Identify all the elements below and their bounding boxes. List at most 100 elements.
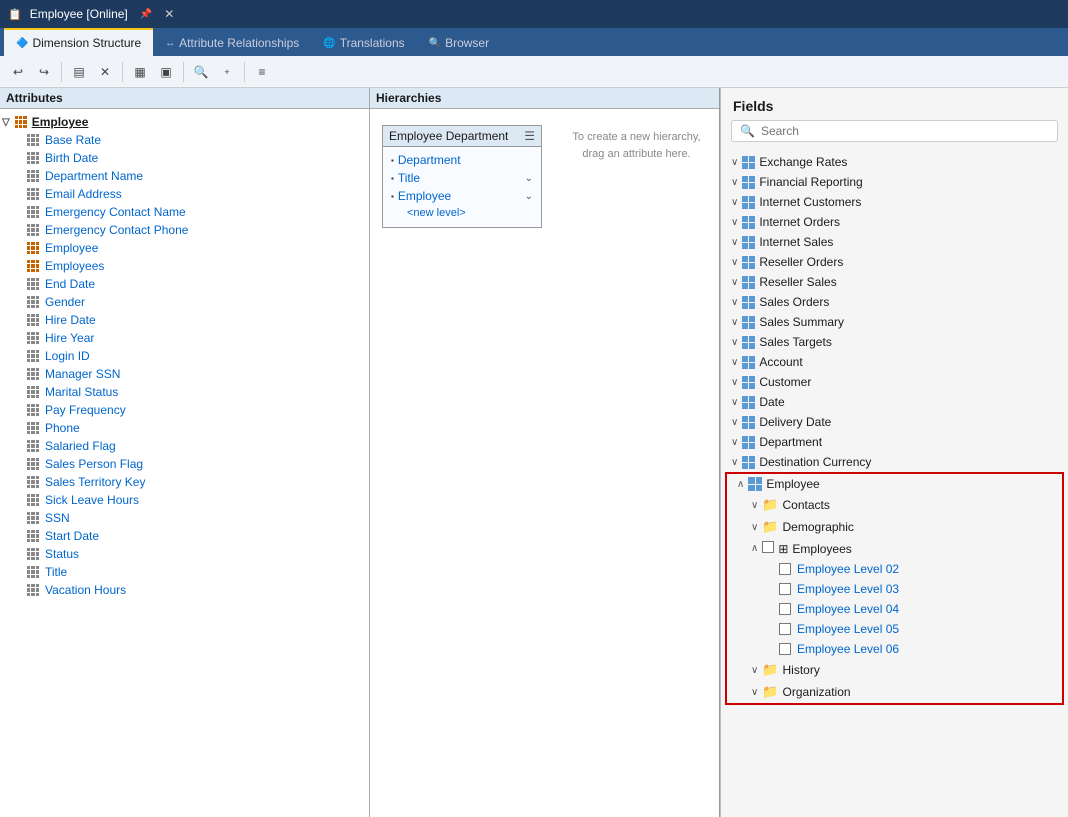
tab-browser[interactable]: 🔍 Browser — [417, 28, 501, 56]
attr-item-base-rate[interactable]: Base Rate — [0, 131, 369, 149]
attr-item-emergency-contact-phone[interactable]: Emergency Contact Phone — [0, 221, 369, 239]
level04-checkbox[interactable] — [779, 603, 791, 615]
browser-icon: 🔍 — [429, 38, 441, 49]
employee-level-06[interactable]: Employee Level 06 — [727, 639, 1062, 659]
attr-item-status[interactable]: Status — [0, 545, 369, 563]
options-button[interactable]: ≡ — [250, 60, 274, 84]
bullet-employee: ▪ — [391, 192, 394, 201]
field-group-internet-sales[interactable]: ∨ Internet Sales — [721, 232, 1068, 252]
employee-level-04[interactable]: Employee Level 04 — [727, 599, 1062, 619]
attr-item-marital-status[interactable]: Marital Status — [0, 383, 369, 401]
attr-item-hire-date[interactable]: Hire Date — [0, 311, 369, 329]
tab-dimension-structure[interactable]: 🔷 Dimension Structure — [4, 28, 153, 56]
level05-checkbox[interactable] — [779, 623, 791, 635]
attr-item-end-date[interactable]: End Date — [0, 275, 369, 293]
attr-item-phone[interactable]: Phone — [0, 419, 369, 437]
field-group-sales-orders[interactable]: ∨ Sales Orders — [721, 292, 1068, 312]
search-input[interactable] — [761, 124, 1049, 138]
chevron-sales-targets: ∨ — [731, 337, 738, 348]
employee-field-header[interactable]: ∧ Employee — [727, 474, 1062, 494]
field-group-account[interactable]: ∨ Account — [721, 352, 1068, 372]
attr-item-start-date[interactable]: Start Date — [0, 527, 369, 545]
history-item[interactable]: ∨ 📁 History — [727, 659, 1062, 681]
attr-label: Email Address — [45, 187, 122, 201]
attr-item-employees[interactable]: Employees — [0, 257, 369, 275]
undo-button[interactable]: ↩ — [6, 60, 30, 84]
employees-checkbox[interactable] — [762, 541, 774, 556]
level06-checkbox[interactable] — [779, 643, 791, 655]
attr-icon — [27, 458, 39, 470]
attr-item-sales-person-flag[interactable]: Sales Person Flag — [0, 455, 369, 473]
field-group-date[interactable]: ∨ Date — [721, 392, 1068, 412]
level02-checkbox[interactable] — [779, 563, 791, 575]
attr-icon — [27, 350, 39, 362]
field-group-department[interactable]: ∨ Department — [721, 432, 1068, 452]
attr-item-email-address[interactable]: Email Address — [0, 185, 369, 203]
chevron-sales-orders: ∨ — [731, 297, 738, 308]
employee-level-03[interactable]: Employee Level 03 — [727, 579, 1062, 599]
field-group-reseller-orders[interactable]: ∨ Reseller Orders — [721, 252, 1068, 272]
title-close-button[interactable]: ✕ — [164, 7, 174, 21]
reseller-sales-label: Reseller Sales — [759, 275, 836, 289]
zoom-button[interactable]: 🔍 — [189, 60, 213, 84]
attr-item-birth-date[interactable]: Birth Date — [0, 149, 369, 167]
field-group-sales-targets[interactable]: ∨ Sales Targets — [721, 332, 1068, 352]
attr-label: Hire Year — [45, 331, 94, 345]
reseller-sales-table-icon — [742, 276, 755, 289]
attr-item-login-id[interactable]: Login ID — [0, 347, 369, 365]
employee-level-05[interactable]: Employee Level 05 — [727, 619, 1062, 639]
attr-item-ssn[interactable]: SSN — [0, 509, 369, 527]
sales-targets-table-icon — [742, 336, 755, 349]
hierarchy-level-title[interactable]: ▪ Title ⌄ — [391, 169, 533, 187]
field-group-delivery-date[interactable]: ∨ Delivery Date — [721, 412, 1068, 432]
attr-item-gender[interactable]: Gender — [0, 293, 369, 311]
attr-item-sales-territory-key[interactable]: Sales Territory Key — [0, 473, 369, 491]
field-group-exchange-rates[interactable]: ∨ Exchange Rates — [721, 152, 1068, 172]
field-group-customer[interactable]: ∨ Customer — [721, 372, 1068, 392]
tree-root-employee[interactable]: ▽ Employee — [0, 113, 369, 131]
attr-item-employee[interactable]: Employee — [0, 239, 369, 257]
employees-check-box[interactable] — [762, 541, 774, 553]
fields-list: ∨ Exchange Rates ∨ Financial Reporting ∨… — [721, 150, 1068, 817]
hierarchy-level-employee[interactable]: ▪ Employee ⌄ — [391, 187, 533, 205]
contacts-item[interactable]: ∨ 📁 Contacts — [727, 494, 1062, 516]
grid-button[interactable]: ▦ — [128, 60, 152, 84]
attr-item-vacation-hours[interactable]: Vacation Hours — [0, 581, 369, 599]
attr-item-hire-year[interactable]: Hire Year — [0, 329, 369, 347]
employee-level-02[interactable]: Employee Level 02 — [727, 559, 1062, 579]
attr-item-sick-leave-hours[interactable]: Sick Leave Hours — [0, 491, 369, 509]
field-group-sales-summary[interactable]: ∨ Sales Summary — [721, 312, 1068, 332]
field-group-reseller-sales[interactable]: ∨ Reseller Sales — [721, 272, 1068, 292]
delivery-date-label: Delivery Date — [759, 415, 831, 429]
table-button[interactable]: ▣ — [154, 60, 178, 84]
attr-item-pay-frequency[interactable]: Pay Frequency — [0, 401, 369, 419]
attr-item-department-name[interactable]: Department Name — [0, 167, 369, 185]
tab-translations[interactable]: 🌐 Translations — [311, 28, 416, 56]
employees-item[interactable]: ∧ ⊞ Employees — [727, 538, 1062, 559]
zoom-in-button[interactable]: + — [215, 60, 239, 84]
demographic-collapse: ∨ — [751, 522, 758, 533]
organization-item[interactable]: ∨ 📁 Organization — [727, 681, 1062, 703]
delete-button[interactable]: ✕ — [93, 60, 117, 84]
attr-label: Emergency Contact Name — [45, 205, 186, 219]
view-button[interactable]: ▤ — [67, 60, 91, 84]
hierarchy-menu-icon[interactable]: ☰ — [524, 129, 535, 143]
attr-label: Birth Date — [45, 151, 98, 165]
search-icon: 🔍 — [740, 124, 755, 138]
hierarchy-level-department[interactable]: ▪ Department — [391, 151, 533, 169]
attr-item-title[interactable]: Title — [0, 563, 369, 581]
attr-item-salaried-flag[interactable]: Salaried Flag — [0, 437, 369, 455]
field-group-financial-reporting[interactable]: ∨ Financial Reporting — [721, 172, 1068, 192]
tab-attribute-relationships[interactable]: ↔ Attribute Relationships — [153, 28, 311, 56]
attr-item-manager-ssn[interactable]: Manager SSN — [0, 365, 369, 383]
reseller-orders-table-icon — [742, 256, 755, 269]
field-group-destination-currency[interactable]: ∨ Destination Currency — [721, 452, 1068, 472]
new-level[interactable]: <new level> — [391, 205, 533, 223]
field-group-internet-orders[interactable]: ∨ Internet Orders — [721, 212, 1068, 232]
redo-button[interactable]: ↪ — [32, 60, 56, 84]
pin-button[interactable]: 📌 — [140, 9, 152, 20]
attr-item-emergency-contact-name[interactable]: Emergency Contact Name — [0, 203, 369, 221]
demographic-item[interactable]: ∨ 📁 Demographic — [727, 516, 1062, 538]
field-group-internet-customers[interactable]: ∨ Internet Customers — [721, 192, 1068, 212]
level03-checkbox[interactable] — [779, 583, 791, 595]
